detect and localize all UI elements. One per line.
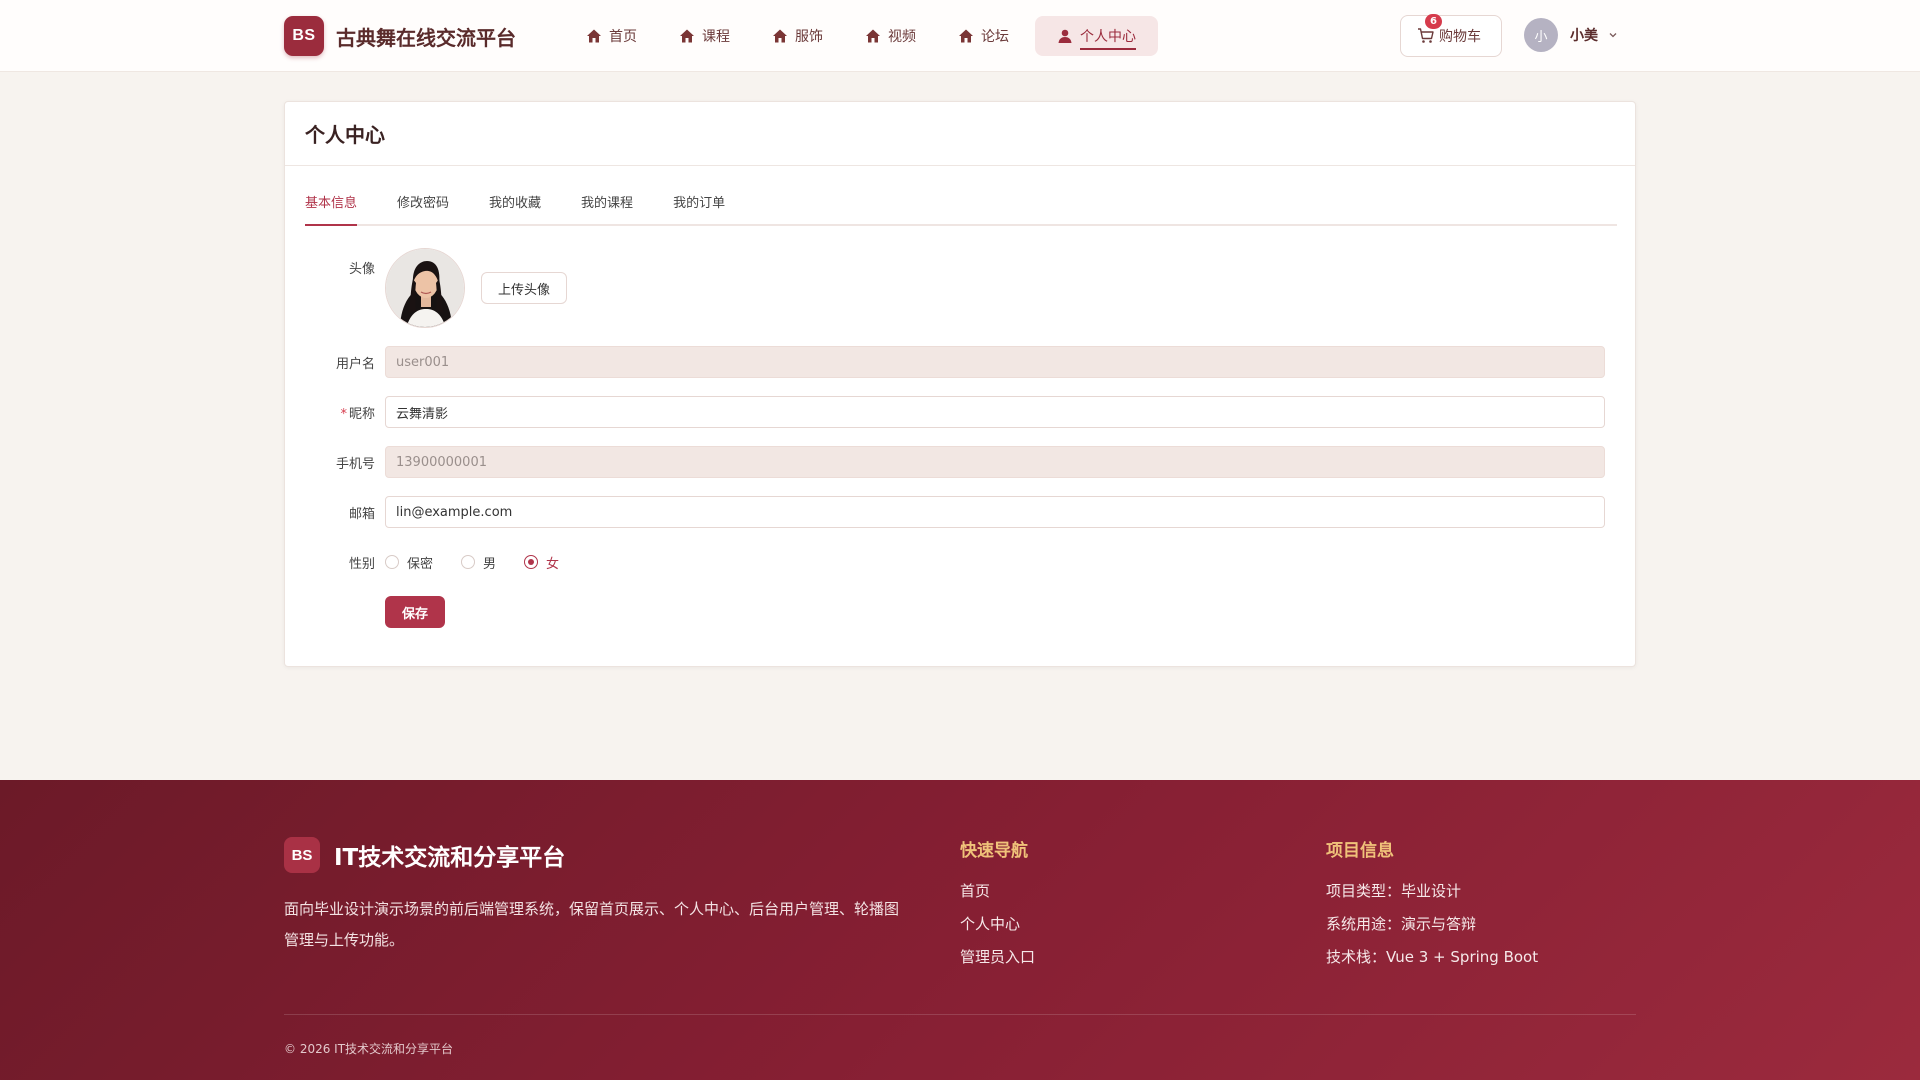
profile-tabs: 基本信息 修改密码 我的收藏 我的课程 我的订单 (305, 194, 1617, 226)
footer-title: IT技术交流和分享平台 (334, 845, 566, 871)
phone-field[interactable]: 13900000001 (385, 446, 1605, 478)
home-icon (587, 29, 601, 43)
radio-label: 女 (546, 556, 560, 572)
email-label: 邮箱 (348, 506, 375, 522)
home-icon (866, 29, 880, 43)
footer-brand: BS IT技术交流和分享平台 (284, 837, 565, 873)
nickname-row: * 昵称 云舞清影 (285, 396, 1637, 428)
gender-radio-male[interactable]: 男 (461, 553, 496, 572)
nav-item-home[interactable]: 首页 (570, 16, 653, 56)
site-footer: BS IT技术交流和分享平台 面向毕业设计演示场景的前后端管理系统，保留首页展示… (0, 780, 1920, 1080)
nickname-label-text: 昵称 (348, 406, 375, 422)
home-icon (773, 29, 787, 43)
gender-label: 性别 (348, 556, 375, 572)
radio-label: 保密 (407, 556, 434, 572)
project-info-item: 技术栈：Vue 3 + Spring Boot (1326, 948, 1539, 966)
main-nav: 首页 课程 服饰 视频 论坛 个人中心 (570, 16, 1168, 56)
footer-link-profile[interactable]: 个人中心 (960, 908, 1035, 941)
footer-project-info: 项目信息 项目类型：毕业设计 系统用途：演示与答辩 技术栈：Vue 3 + Sp… (1326, 836, 1538, 974)
nav-item-videos[interactable]: 视频 (849, 16, 932, 56)
quick-nav-title: 快速导航 (960, 841, 1028, 861)
username-field[interactable]: user001 (385, 346, 1605, 378)
profile-card: 个人中心 基本信息 修改密码 我的收藏 我的课程 我的订单 头像 上传头像 用户… (284, 101, 1636, 667)
nav-item-profile[interactable]: 个人中心 (1035, 16, 1158, 56)
top-header: BS 古典舞在线交流平台 首页 课程 服饰 视频 论坛 个人中心 6 购物车 小… (0, 0, 1920, 72)
page-title: 个人中心 (285, 102, 1635, 166)
gender-radio-secret[interactable]: 保密 (385, 553, 433, 572)
nav-label: 个人中心 (1080, 26, 1136, 50)
nickname-label: * 昵称 (285, 403, 385, 422)
user-icon (1058, 29, 1072, 43)
nav-item-forum[interactable]: 论坛 (942, 16, 1025, 56)
phone-label: 手机号 (335, 456, 375, 472)
profile-avatar (385, 248, 465, 328)
avatar: 小 (1524, 18, 1558, 52)
radio-label: 男 (483, 556, 497, 572)
footer-logo: BS (284, 837, 320, 873)
tab-my-favorites[interactable]: 我的收藏 (489, 194, 541, 226)
radio-circle (461, 555, 476, 569)
radio-circle (524, 555, 539, 569)
footer-link-home[interactable]: 首页 (960, 875, 1035, 908)
brand-title: 古典舞在线交流平台 (336, 25, 516, 50)
nav-label: 课程 (702, 29, 730, 45)
save-row: 保存 (285, 596, 1637, 628)
chevron-down-icon (1609, 33, 1617, 38)
project-info-item: 系统用途：演示与答辩 (1326, 915, 1477, 933)
tab-change-password[interactable]: 修改密码 (397, 194, 449, 226)
required-asterisk: * (340, 406, 347, 422)
nickname-field[interactable]: 云舞清影 (385, 396, 1605, 428)
home-icon (680, 29, 694, 43)
email-field[interactable]: lin@example.com (385, 496, 1605, 528)
phone-row: 手机号 13900000001 (285, 446, 1637, 478)
save-button[interactable]: 保存 (385, 596, 445, 628)
brand[interactable]: BS 古典舞在线交流平台 (284, 16, 516, 56)
nav-label: 视频 (888, 29, 916, 45)
cart-label: 购物车 (1439, 29, 1481, 45)
user-menu[interactable]: 小 小美 (1524, 18, 1618, 52)
nav-label: 首页 (609, 29, 637, 45)
cart-count-badge: 6 (1425, 14, 1442, 29)
gender-row: 性别 保密 男 女 (285, 546, 1637, 578)
upload-avatar-button[interactable]: 上传头像 (481, 272, 568, 304)
footer-link-admin[interactable]: 管理员入口 (960, 941, 1035, 974)
avatar-label: 头像 (348, 262, 375, 277)
project-info-title: 项目信息 (1326, 841, 1394, 861)
nav-item-costumes[interactable]: 服饰 (756, 16, 839, 56)
radio-circle (385, 555, 399, 569)
tab-basic-info[interactable]: 基本信息 (305, 194, 358, 226)
nav-label: 论坛 (981, 29, 1009, 45)
footer-divider (284, 1014, 1636, 1015)
nav-item-courses[interactable]: 课程 (663, 16, 746, 56)
footer-quick-nav: 快速导航 首页 个人中心 管理员入口 (960, 836, 1035, 974)
home-icon (959, 29, 973, 43)
username-row: 用户名 user001 (285, 346, 1637, 378)
gender-radio-female[interactable]: 女 (524, 553, 559, 572)
copyright: © 2026 IT技术交流和分享平台 (284, 1042, 454, 1056)
email-row: 邮箱 lin@example.com (285, 496, 1637, 528)
avatar-row: 头像 上传头像 (285, 248, 1637, 328)
footer-description: 面向毕业设计演示场景的前后端管理系统，保留首页展示、个人中心、后台用户管理、轮播… (284, 900, 900, 949)
project-info-item: 项目类型：毕业设计 (1326, 882, 1462, 900)
username-label: 用户名 (335, 356, 375, 372)
tab-my-orders[interactable]: 我的订单 (673, 194, 725, 226)
brand-logo: BS (284, 16, 324, 56)
nav-label: 服饰 (795, 29, 823, 45)
tab-my-courses[interactable]: 我的课程 (581, 194, 633, 226)
cart-button[interactable]: 6 购物车 (1400, 14, 1502, 57)
user-name: 小美 (1570, 28, 1598, 44)
cart-icon (1418, 28, 1434, 43)
